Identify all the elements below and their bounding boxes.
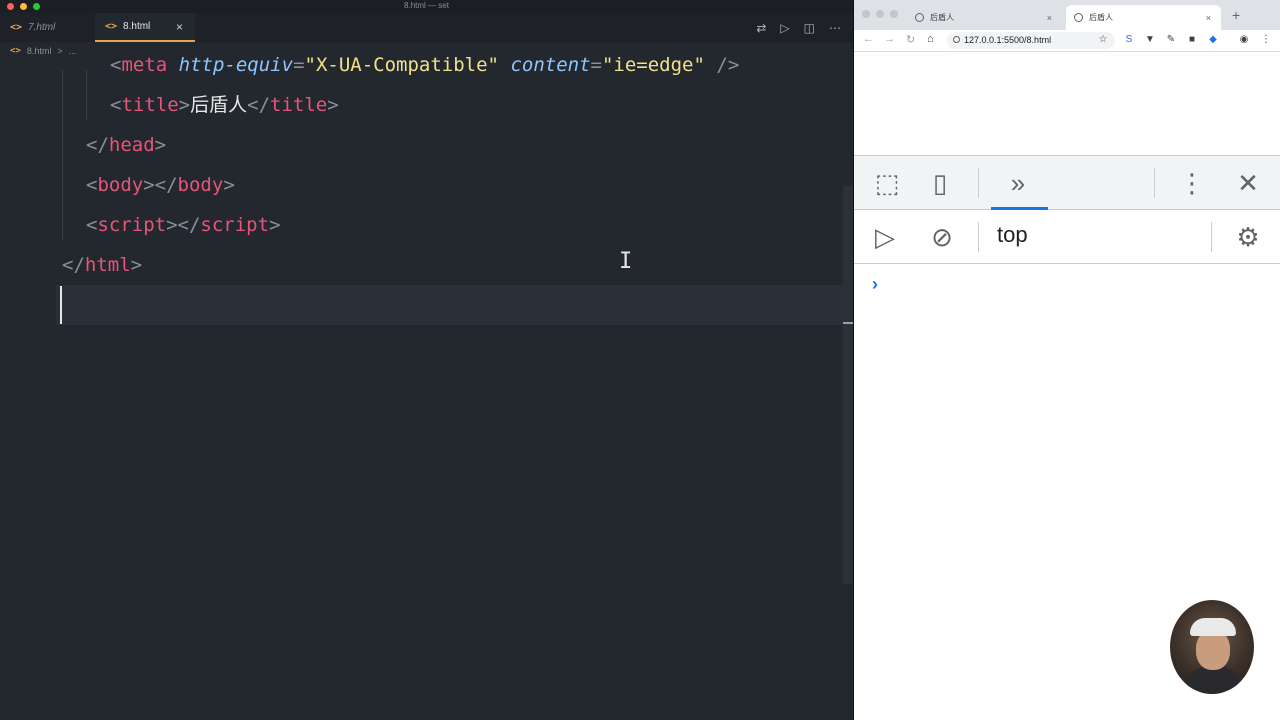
settings-gear-icon[interactable]: ⚙ — [1232, 222, 1264, 252]
globe-icon — [1074, 13, 1083, 22]
toolbar-divider — [1211, 222, 1212, 252]
browser-tab-strip: 后盾人 × 后盾人 × + — [854, 0, 1280, 30]
toolbar-divider — [1154, 168, 1155, 198]
editor-titlebar: 8.html — set — [0, 0, 853, 13]
maximize-window-button[interactable] — [890, 10, 898, 18]
code-icon: <> — [105, 21, 118, 32]
text-caret — [60, 286, 62, 324]
site-info-icon[interactable] — [953, 36, 960, 43]
device-toolbar-icon[interactable]: ▯ — [924, 168, 956, 198]
devtools-menu-icon[interactable]: ⋮ — [1176, 168, 1208, 198]
extension-icon[interactable]: ◆ — [1207, 34, 1219, 46]
close-tab-icon[interactable]: × — [1206, 13, 1211, 23]
close-window-button[interactable] — [862, 10, 870, 18]
breadcrumb-rest[interactable]: ... — [69, 46, 77, 56]
avatar-shirt — [1180, 666, 1246, 694]
home-icon[interactable]: ⌂ — [927, 33, 934, 45]
extension-icon[interactable]: ✎ — [1165, 34, 1177, 46]
browser-tab-active[interactable]: 后盾人 × — [1066, 5, 1221, 30]
toolbar-divider — [978, 168, 979, 198]
breadcrumb-separator: > — [57, 46, 63, 56]
editor-toolbar: ⇄ ▷ ◫ ⋯ — [756, 13, 841, 42]
devtools-toolbar: ⬚ ▯ » ⋮ ✕ — [854, 156, 1280, 210]
browser-tab[interactable]: 后盾人 × — [907, 5, 1062, 30]
inspect-element-icon[interactable]: ⬚ — [871, 168, 903, 198]
reload-icon[interactable]: ↻ — [906, 33, 915, 46]
code-line-head-close: </head> — [86, 134, 167, 156]
tab-label: 7.html — [28, 22, 56, 33]
globe-icon — [915, 13, 924, 22]
window-title: 8.html — set — [404, 1, 449, 10]
avatar-face — [1196, 630, 1230, 670]
compare-icon[interactable]: ⇄ — [756, 21, 766, 35]
breadcrumb: <> 8.html > ... — [10, 44, 76, 58]
editor-tab-bar: <> 7.html <> 8.html × — [0, 13, 853, 42]
url-text: 127.0.0.1:5500/8.html — [964, 35, 1052, 45]
bookmark-star-icon[interactable]: ☆ — [1097, 34, 1109, 46]
extension-icon[interactable]: ▼ — [1144, 34, 1156, 46]
new-tab-button[interactable]: + — [1232, 7, 1240, 23]
code-line-html-close: </html> — [62, 254, 143, 276]
clear-console-icon[interactable]: ⊘ — [926, 222, 958, 252]
run-icon[interactable]: ▷ — [780, 21, 789, 35]
browser-tab-title: 后盾人 — [1089, 13, 1113, 22]
presenter-webcam-avatar — [1170, 600, 1254, 694]
forward-icon[interactable]: → — [884, 33, 895, 45]
minimize-window-button[interactable] — [876, 10, 884, 18]
profile-icon[interactable]: ◉ — [1238, 34, 1250, 46]
extension-icon[interactable]: ■ — [1186, 34, 1198, 46]
code-line-meta: <meta http-equiv="X-UA-Compatible" conte… — [110, 54, 740, 76]
context-selector[interactable]: top — [997, 222, 1028, 248]
more-panels-icon[interactable]: » — [1002, 168, 1034, 198]
split-editor-icon[interactable]: ◫ — [804, 21, 815, 35]
close-devtools-icon[interactable]: ✕ — [1232, 168, 1264, 198]
console-toolbar: ▷ ⊘ top ⚙ — [854, 210, 1280, 264]
more-actions-icon[interactable]: ⋯ — [829, 21, 841, 35]
ibeam-cursor-icon: I — [619, 249, 633, 274]
code-line-script: <script></script> — [86, 214, 281, 236]
browser-address-bar: ← → ↻ ⌂ 127.0.0.1:5500/8.html ☆ S ▼ ✎ ■ … — [854, 30, 1280, 52]
code-editor-window: 8.html — set <> 7.html <> 8.html × ⇄ ▷ ◫… — [0, 0, 853, 720]
editor-scrollbar[interactable] — [843, 186, 853, 584]
extension-icon[interactable]: S — [1123, 34, 1135, 46]
close-tab-icon[interactable]: × — [176, 20, 183, 34]
tab-8-html[interactable]: <> 8.html × — [95, 13, 195, 42]
code-line-body: <body></body> — [86, 174, 235, 196]
code-icon: <> — [10, 22, 23, 33]
close-tab-icon[interactable]: × — [1047, 13, 1052, 23]
tab-label: 8.html — [123, 21, 151, 32]
breadcrumb-file[interactable]: 8.html — [27, 46, 52, 56]
url-input[interactable]: 127.0.0.1:5500/8.html — [947, 32, 1115, 49]
console-prompt-icon[interactable]: › — [872, 274, 878, 295]
indent-guide — [62, 70, 63, 240]
current-line-highlight — [56, 285, 843, 325]
back-icon[interactable]: ← — [863, 33, 874, 45]
code-line-title: <title>后盾人</title> — [110, 94, 339, 116]
show-sidebar-icon[interactable]: ▷ — [869, 222, 901, 252]
scrollbar-position-marker — [843, 322, 853, 324]
browser-tab-title: 后盾人 — [930, 13, 954, 22]
toolbar-divider — [978, 222, 979, 252]
tab-7-html[interactable]: <> 7.html — [10, 13, 94, 42]
code-icon: <> — [10, 46, 21, 56]
avatar-cap — [1190, 618, 1236, 636]
indent-guide — [86, 70, 87, 120]
browser-menu-icon[interactable]: ⋮ — [1260, 34, 1272, 46]
